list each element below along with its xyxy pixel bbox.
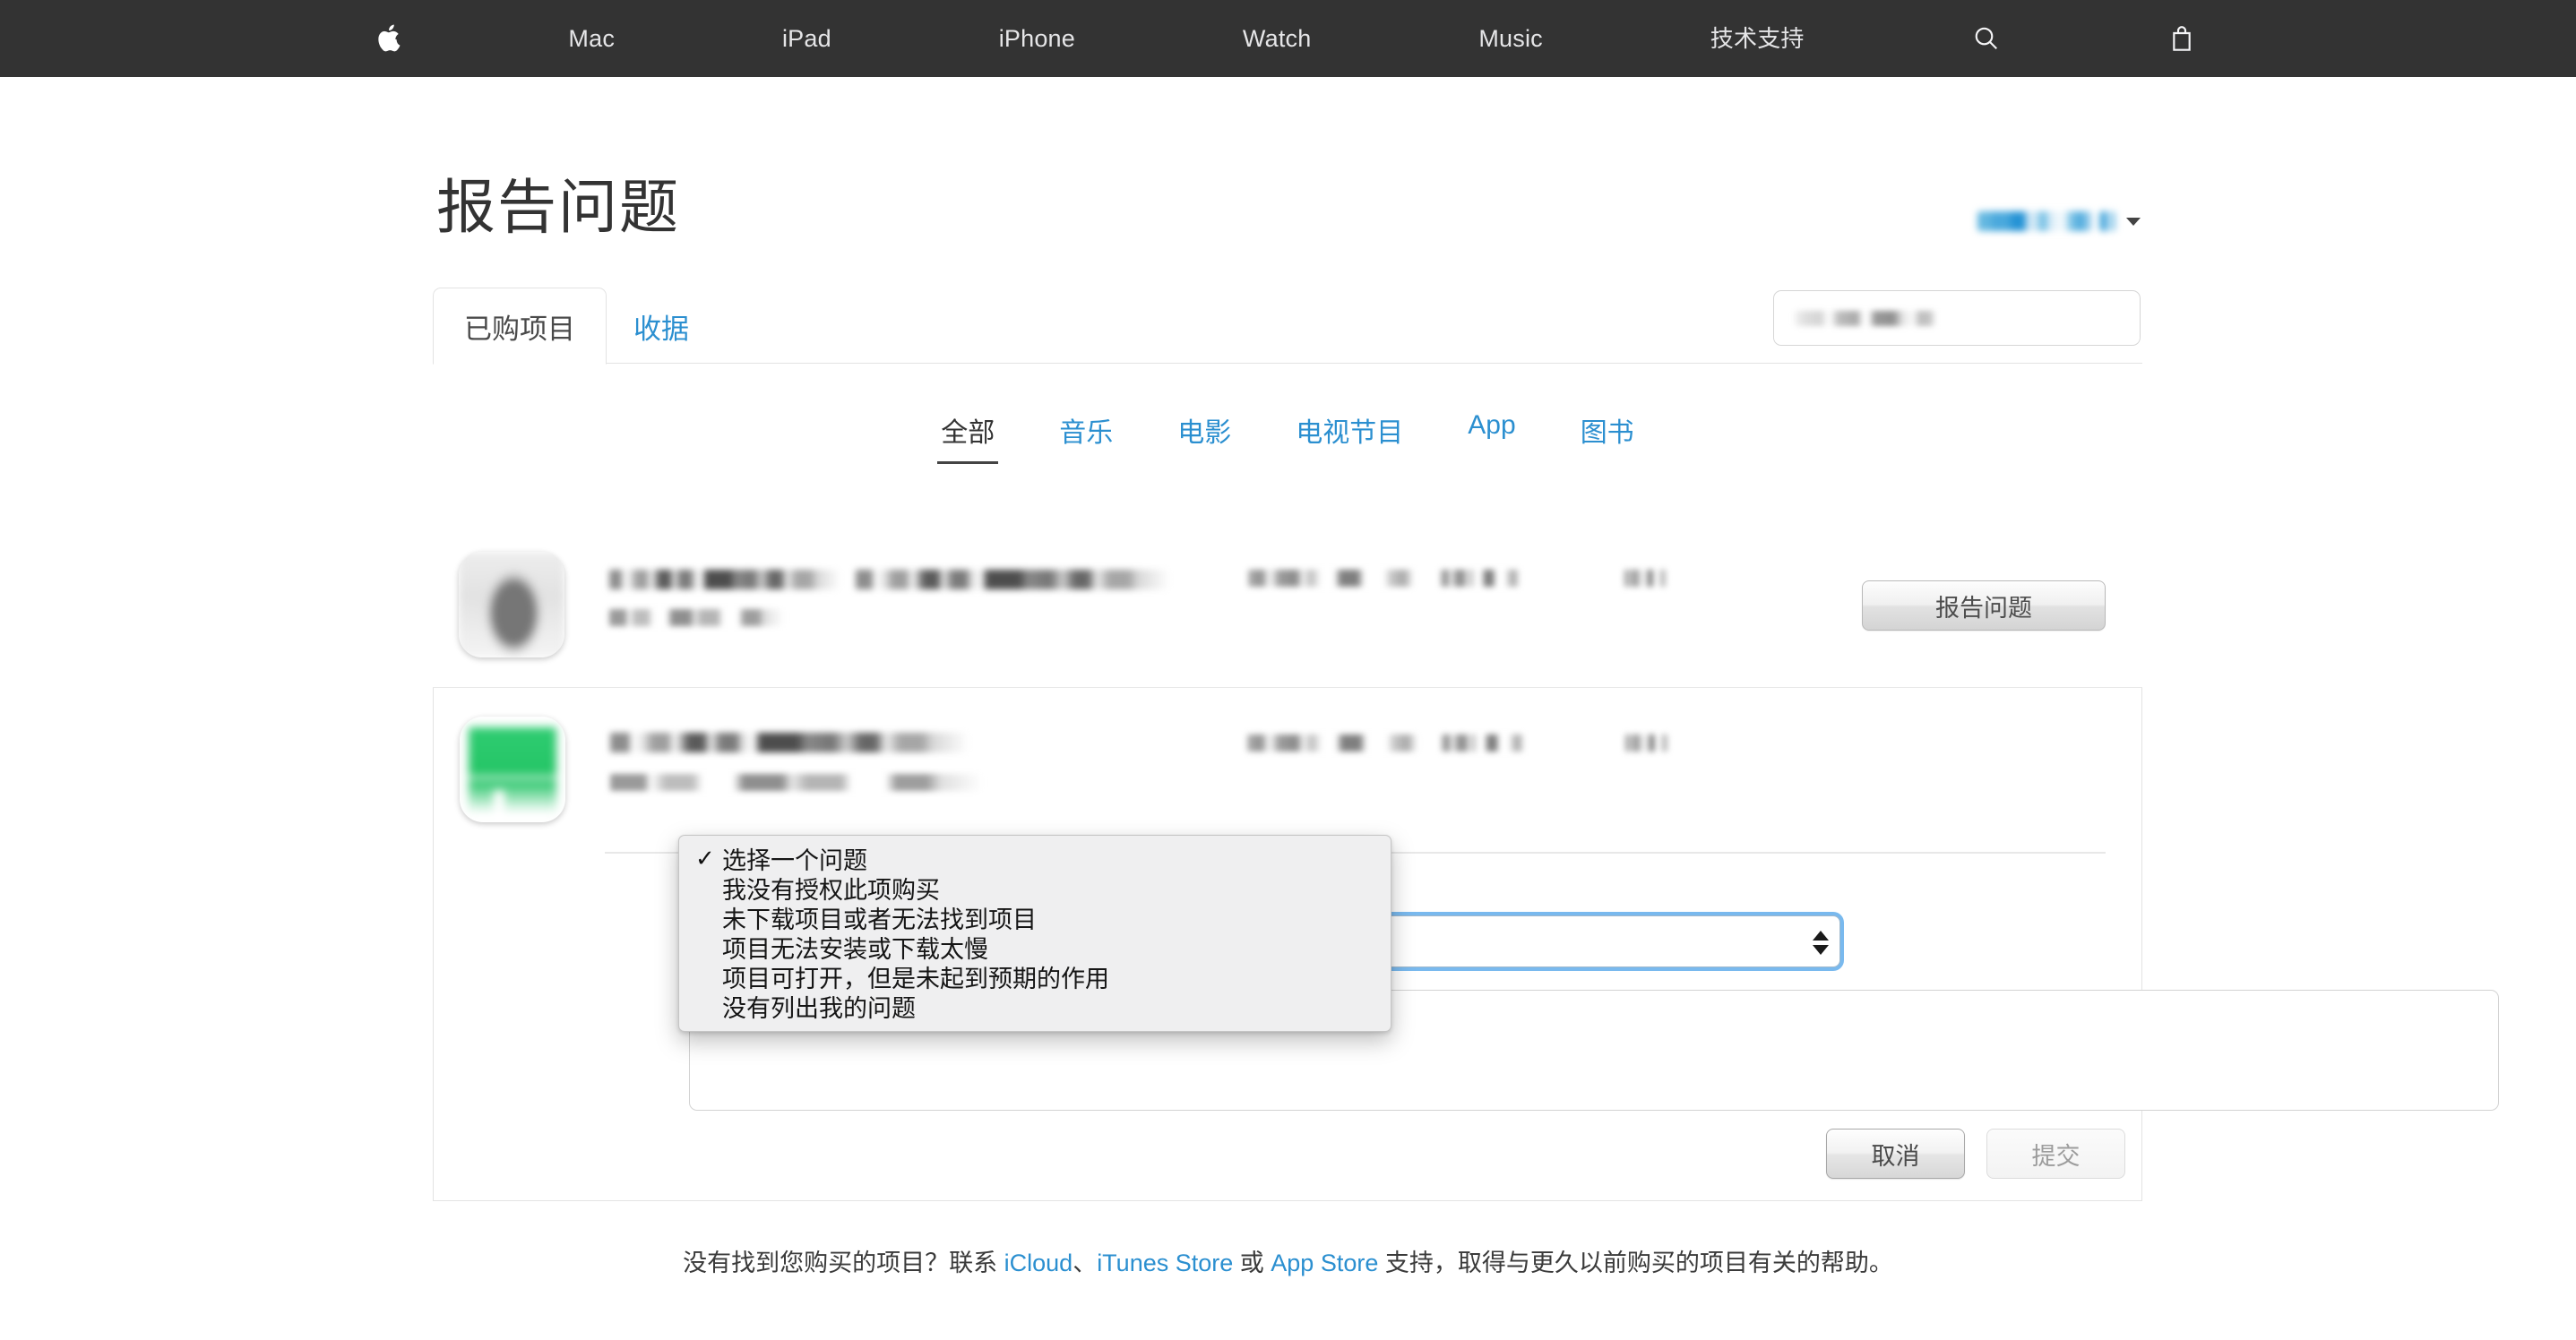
purchase-title-redacted — [609, 570, 840, 589]
purchase-subtitle-redacted — [609, 609, 784, 626]
nav-item-ipad[interactable]: iPad — [777, 0, 837, 77]
dropdown-option-not-downloaded[interactable]: 未下载项目或者无法找到项目 — [679, 903, 1391, 932]
nav-item-support[interactable]: 技术支持 — [1705, 0, 1810, 77]
purchase-meta-redacted-2 — [1441, 570, 1520, 587]
filter-movies[interactable]: 电影 — [1145, 410, 1263, 464]
icloud-link[interactable]: iCloud — [1004, 1250, 1073, 1276]
footer-text-after: 支持，取得与更久以前购买的项目有关的帮助。 — [1378, 1250, 1893, 1276]
nav-item-music[interactable]: Music — [1473, 0, 1548, 77]
app-icon — [459, 552, 564, 657]
nav-item-iphone[interactable]: iPhone — [994, 0, 1081, 77]
purchase-meta-redacted-3 — [1625, 734, 1668, 752]
purchase-row: 报告问题 — [433, 523, 2142, 688]
itunes-store-link[interactable]: iTunes Store — [1097, 1250, 1233, 1276]
dropdown-option-not-as-expected[interactable]: 项目可打开，但是未起到预期的作用 — [679, 962, 1391, 992]
check-icon: ✓ — [695, 845, 722, 872]
filter-bar: 全部 音乐 电影 电视节目 App 图书 — [433, 410, 2142, 464]
submit-button[interactable]: 提交 — [1986, 1129, 2125, 1179]
app-icon — [460, 717, 565, 822]
dropdown-option-unauthorized[interactable]: 我没有授权此项购买 — [679, 873, 1391, 903]
purchase-title-redacted-2 — [856, 570, 1169, 589]
footer-sep-2: 或 — [1233, 1250, 1271, 1276]
footer-text-before: 没有找到您购买的项目？联系 — [683, 1250, 1004, 1276]
global-nav: Mac iPad iPhone Watch Music 技术支持 — [0, 0, 2576, 77]
purchase-meta-redacted-3 — [1624, 570, 1667, 587]
dropdown-option-not-listed[interactable]: 没有列出我的问题 — [679, 992, 1391, 1021]
account-menu[interactable] — [1977, 211, 2141, 231]
filter-all[interactable]: 全部 — [909, 410, 1027, 464]
purchase-meta-redacted-1 — [1248, 570, 1414, 587]
footer-help-text: 没有找到您购买的项目？联系 iCloud、iTunes Store 或 App … — [0, 1243, 2576, 1278]
purchase-meta-redacted-2 — [1442, 734, 1524, 752]
filter-app[interactable]: App — [1435, 410, 1547, 464]
filter-tv[interactable]: 电视节目 — [1263, 410, 1435, 464]
app-store-link[interactable]: App Store — [1271, 1250, 1378, 1276]
app-icon-image-redacted — [459, 552, 564, 657]
select-stepper-icon[interactable] — [1809, 924, 1832, 960]
chevron-up-icon — [1813, 931, 1829, 941]
page-title: 报告问题 — [436, 177, 680, 236]
filter-music[interactable]: 音乐 — [1027, 410, 1145, 464]
chevron-down-icon — [2126, 218, 2141, 226]
purchase-title-redacted — [610, 733, 969, 752]
cancel-button[interactable]: 取消 — [1826, 1129, 1965, 1179]
dropdown-option-install-failed[interactable]: 项目无法安装或下载太慢 — [679, 932, 1391, 962]
search-icon[interactable] — [1967, 19, 2006, 58]
purchase-subtitle-redacted — [610, 774, 982, 791]
tab-purchased[interactable]: 已购项目 — [433, 288, 607, 365]
form-actions: 取消 提交 — [1826, 1129, 2125, 1179]
nav-item-mac[interactable]: Mac — [563, 0, 620, 77]
footer-sep-1: 、 — [1073, 1250, 1097, 1276]
page-body: 报告问题 已购项目 收据 全部 音乐 电影 电视节目 App 图书 报告问题 — [0, 77, 2576, 1340]
dropdown-option-select-problem[interactable]: ✓ 选择一个问题 — [679, 844, 1391, 873]
report-problem-button[interactable]: 报告问题 — [1862, 580, 2106, 631]
app-icon-image-redacted — [469, 727, 556, 813]
problem-dropdown-menu[interactable]: ✓ 选择一个问题 我没有授权此项购买 未下载项目或者无法找到项目 项目无法安装或… — [678, 835, 1391, 1032]
dropdown-option-label: 没有列出我的问题 — [722, 989, 916, 1024]
tab-bar: 已购项目 收据 — [433, 296, 2142, 364]
nav-item-watch[interactable]: Watch — [1237, 0, 1317, 77]
apple-logo-icon[interactable] — [375, 20, 407, 57]
tab-receipts[interactable]: 收据 — [607, 306, 716, 363]
chevron-down-icon — [1813, 945, 1829, 955]
account-name-redacted-part — [2099, 211, 2115, 231]
shopping-bag-icon[interactable] — [2162, 19, 2201, 58]
account-name-redacted — [1977, 211, 2092, 231]
filter-books[interactable]: 图书 — [1548, 410, 1667, 464]
purchase-meta-redacted-1 — [1247, 734, 1417, 752]
